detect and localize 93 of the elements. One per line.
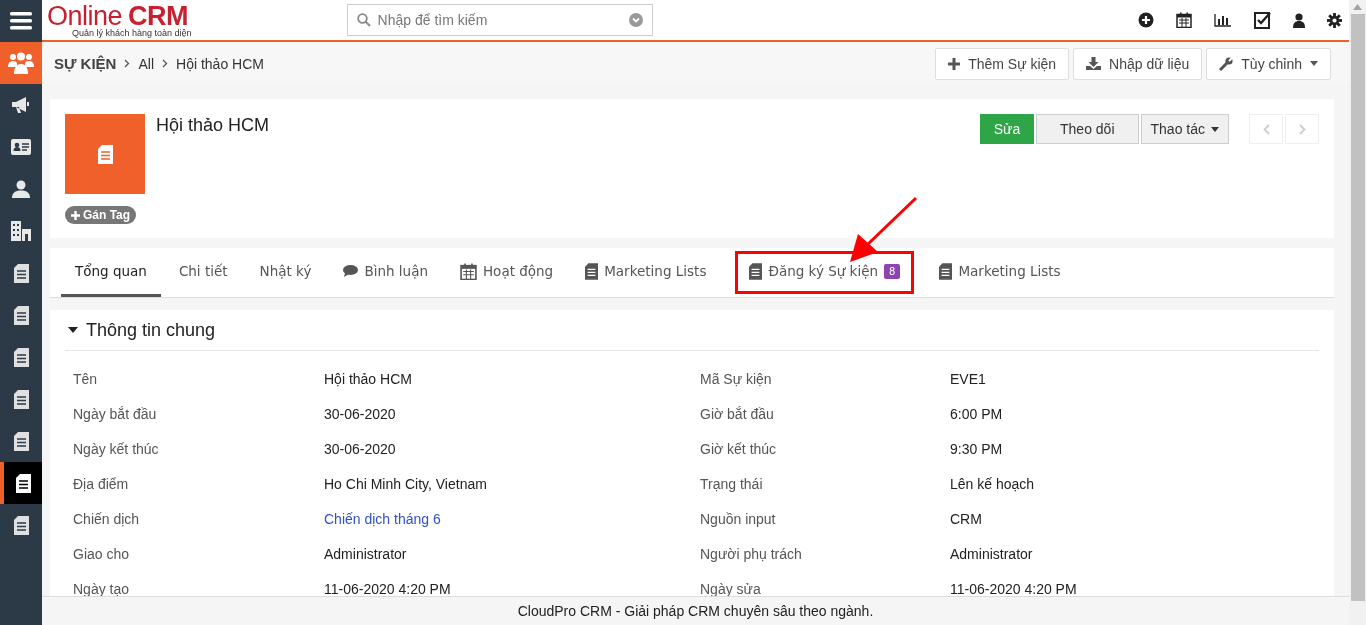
toolbar-button[interactable]: Nhập dữ liệu bbox=[1073, 47, 1203, 80]
building-icon bbox=[11, 221, 31, 241]
person-icon bbox=[12, 180, 30, 198]
count-badge: 8 bbox=[884, 263, 901, 279]
breadcrumb-link[interactable]: Hội thảo HCM bbox=[176, 55, 264, 72]
field-value: 30-06-2020 bbox=[324, 405, 397, 422]
section-header[interactable]: Thông tin chung bbox=[65, 310, 1319, 351]
field-label: Địa điểm bbox=[73, 475, 130, 492]
field-value: Hội thảo HCM bbox=[324, 370, 413, 387]
plus-icon bbox=[71, 210, 80, 220]
document-icon bbox=[13, 389, 29, 409]
field-label: Trạng thái bbox=[700, 475, 764, 492]
record-title: Hội thảo HCM bbox=[156, 115, 270, 137]
document-icon bbox=[749, 262, 763, 280]
search-field[interactable]: Nhập để tìm kiếm bbox=[346, 4, 653, 36]
tab[interactable]: Marketing Lists bbox=[571, 248, 721, 297]
chevron-left-icon bbox=[1262, 123, 1270, 135]
document-icon bbox=[13, 515, 29, 535]
field-label: Nguồn input bbox=[700, 510, 777, 527]
menu-icon bbox=[10, 11, 32, 30]
field-value: EVE1 bbox=[950, 370, 987, 387]
breadcrumb-separator bbox=[124, 59, 131, 68]
toolbar-button[interactable]: Tùy chỉnh bbox=[1206, 47, 1331, 80]
caret-icon bbox=[1211, 126, 1219, 132]
search-icon bbox=[356, 13, 371, 27]
document-icon bbox=[15, 473, 31, 493]
tab[interactable]: Tổng quan bbox=[61, 248, 161, 297]
field-value: 11-06-2020 4:20 PM bbox=[950, 580, 1078, 596]
field-value: Administrator bbox=[324, 545, 408, 562]
document-icon bbox=[97, 144, 113, 164]
field-label: Tên bbox=[73, 370, 99, 387]
megaphone-icon bbox=[11, 96, 31, 114]
sidebar-item[interactable] bbox=[0, 462, 42, 504]
add-tag-button[interactable]: Gán Tag bbox=[65, 206, 137, 224]
tab[interactable]: Marketing Lists bbox=[925, 248, 1075, 297]
tab[interactable]: Hoạt động bbox=[445, 248, 568, 297]
breadcrumb-link[interactable]: All bbox=[138, 55, 155, 72]
field-value: 30-06-2020 bbox=[324, 440, 397, 457]
field-label: Ngày sửa bbox=[700, 580, 762, 596]
calendar-icon[interactable] bbox=[1176, 12, 1192, 28]
action-button[interactable]: Theo dõi bbox=[1036, 114, 1139, 144]
field-label: Chiến dịch bbox=[73, 510, 141, 527]
field-value: 6:00 PM bbox=[950, 405, 1004, 422]
menu-button[interactable] bbox=[0, 0, 42, 42]
field-label: Giờ bắt đầu bbox=[700, 405, 775, 422]
field-label: Ngày tạo bbox=[73, 580, 131, 596]
chevron-right-icon bbox=[1298, 123, 1306, 135]
scrollbar-thumb[interactable] bbox=[1350, 14, 1365, 601]
add-icon[interactable] bbox=[1138, 12, 1154, 28]
document-icon bbox=[13, 347, 29, 367]
action-button[interactable]: Thao tác bbox=[1140, 114, 1229, 144]
field-value: Ho Chi Minh City, Vietnam bbox=[324, 475, 488, 492]
field-value: 9:30 PM bbox=[950, 440, 1004, 457]
document-icon bbox=[13, 305, 29, 325]
caret-icon bbox=[1310, 61, 1318, 66]
speech-bubble-icon bbox=[343, 265, 359, 277]
document-icon bbox=[939, 262, 953, 280]
field-label: Ngày bắt đầu bbox=[73, 405, 158, 422]
tab[interactable]: Đăng ký Sự kiện 8 bbox=[732, 248, 918, 297]
document-icon bbox=[13, 263, 29, 283]
field-label: Giờ kết thúc bbox=[700, 440, 778, 457]
document-icon bbox=[13, 431, 29, 451]
field-value: Administrator bbox=[950, 545, 1034, 562]
breadcrumb-link[interactable]: SỰ KIỆN bbox=[54, 55, 117, 72]
toolbar-button[interactable]: Thêm Sự kiện bbox=[935, 47, 1070, 80]
caret-icon bbox=[68, 327, 78, 333]
calendar-icon bbox=[459, 262, 477, 280]
field-label: Mã Sự kiện bbox=[700, 370, 773, 387]
id-card-icon bbox=[11, 139, 31, 155]
scrollbar[interactable] bbox=[1349, 0, 1366, 625]
tab[interactable]: Nhật ký bbox=[245, 248, 326, 297]
people-icon bbox=[8, 52, 34, 74]
settings-icon[interactable] bbox=[1327, 12, 1342, 28]
bar-chart-icon[interactable] bbox=[1214, 13, 1232, 27]
field-label: Ngày kết thúc bbox=[73, 440, 160, 457]
field-value: CRM bbox=[950, 510, 983, 527]
logo[interactable]: Online CRM Quản lý khách hàng toàn diện bbox=[47, 2, 192, 38]
wrench-icon bbox=[1219, 56, 1234, 71]
document-icon bbox=[585, 262, 599, 280]
tab[interactable]: Bình luận bbox=[329, 248, 442, 297]
chevron-down-icon[interactable] bbox=[628, 13, 643, 27]
tab[interactable]: Chi tiết bbox=[164, 248, 242, 297]
checkbox-icon[interactable] bbox=[1254, 11, 1271, 29]
field-value: 11-06-2020 4:20 PM bbox=[324, 580, 452, 596]
field-link[interactable]: Chiến dịch tháng 6 bbox=[324, 510, 700, 527]
field-label: Người phụ trách bbox=[700, 545, 803, 562]
download-icon bbox=[1086, 57, 1102, 70]
breadcrumb-separator bbox=[162, 59, 169, 68]
plus-icon bbox=[948, 57, 961, 70]
user-icon[interactable] bbox=[1293, 12, 1305, 28]
field-label: Giao cho bbox=[73, 545, 131, 562]
annotation-arrow bbox=[848, 196, 918, 264]
field-value: Lên kế hoạch bbox=[950, 475, 1036, 492]
